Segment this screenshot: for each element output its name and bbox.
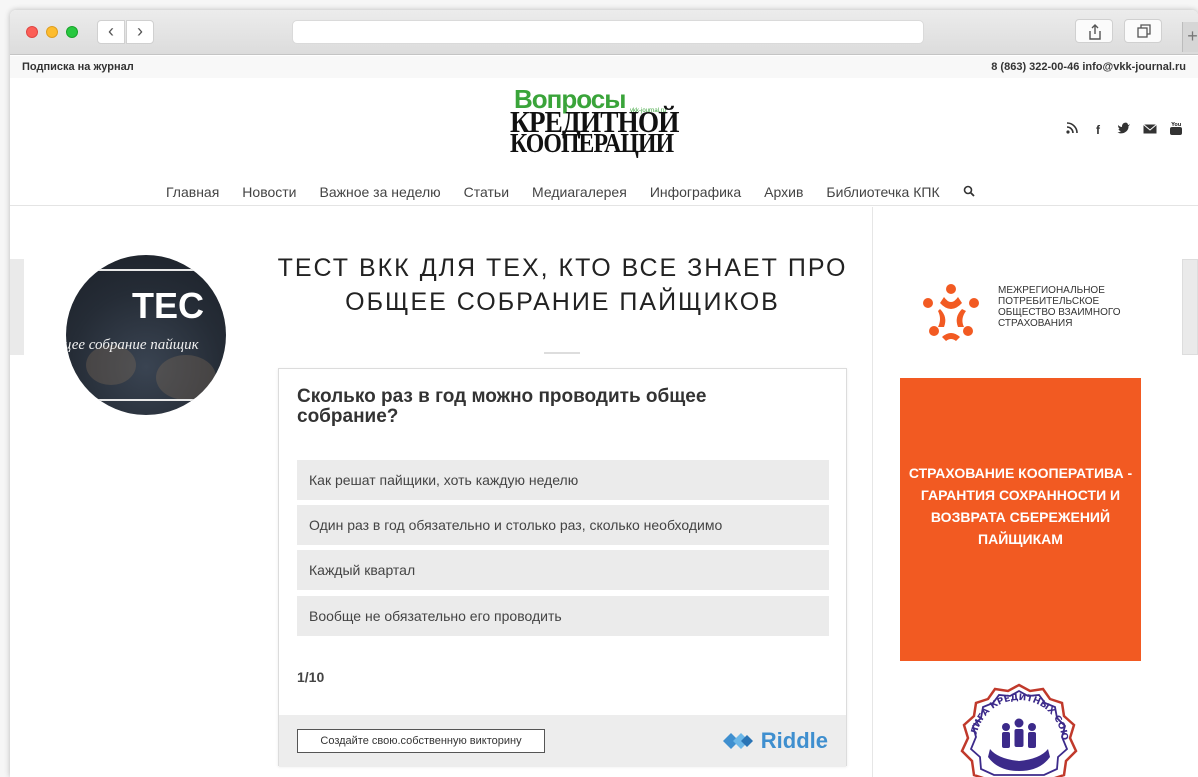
logo-line-3: КООПЕРАЦИИ xyxy=(510,128,674,158)
insurance-ad-text: Страхование кооператива - гарантия сохра… xyxy=(908,465,1133,547)
chevron-left-icon: ‹ xyxy=(108,21,114,41)
address-bar[interactable] xyxy=(292,20,924,44)
page-title: ТЕСТ ВКК ДЛЯ ТЕХ, КТО ВСЕ ЗНАЕТ ПРО ОБЩЕ… xyxy=(277,254,848,316)
quiz-widget: Сколько раз в год можно проводить общее … xyxy=(278,368,847,767)
quiz-answer-1[interactable]: Как решат пайщики, хоть каждую неделю xyxy=(297,460,829,500)
prev-post-arrow[interactable] xyxy=(10,259,24,355)
thumbnail-subtitle: щее собрание пайщик xyxy=(66,337,199,353)
svg-text:You: You xyxy=(1170,122,1182,128)
mos-text[interactable]: Межрегиональное потребительское общество… xyxy=(998,285,1138,329)
page-content: ТЕС щее собрание пайщик ТЕСТ ВКК ДЛЯ ТЕХ… xyxy=(10,207,1198,777)
credit-union-league-logo[interactable]: ЛИГА КРЕДИТНЫХ СОЮЗОВ xyxy=(954,683,1084,777)
quiz-footer: Создайте свою.собственную викторину Ridd… xyxy=(279,715,846,767)
riddle-label: Riddle xyxy=(760,728,828,753)
site-header: Вопросы vkk-journal.ru КРЕДИТНОЙ КООПЕРА… xyxy=(10,78,1198,206)
mail-icon[interactable] xyxy=(1142,122,1158,138)
contact-info[interactable]: 8 (863) 322-00-46 info@vkk-journal.ru xyxy=(991,61,1186,73)
rss-icon[interactable] xyxy=(1064,122,1080,138)
top-info-bar: Подписка на журнал 8 (863) 322-00-46 inf… xyxy=(10,56,1198,78)
menu-item-gallery[interactable]: Медиагалерея xyxy=(532,184,627,200)
tabs-overview-button[interactable] xyxy=(1124,19,1162,43)
close-window-button[interactable] xyxy=(26,26,38,38)
menu-item-archive[interactable]: Архив xyxy=(764,184,803,200)
quiz-answer-2[interactable]: Один раз в год обязательно и столько раз… xyxy=(297,505,829,545)
main-menu: Главная Новости Важное за неделю Статьи … xyxy=(166,184,998,200)
subscribe-link[interactable]: Подписка на журнал xyxy=(22,61,134,73)
menu-item-library[interactable]: Библиотечка КПК xyxy=(826,184,939,200)
tabs-overview-icon xyxy=(1137,24,1151,38)
menu-item-infographics[interactable]: Инфографика xyxy=(650,184,741,200)
share-button[interactable] xyxy=(1075,19,1113,43)
insurance-ad-banner[interactable]: Страхование кооператива - гарантия сохра… xyxy=(900,378,1141,661)
menu-item-weekly[interactable]: Важное за неделю xyxy=(320,184,441,200)
facebook-icon[interactable]: f xyxy=(1090,122,1106,138)
browser-toolbar: ‹ › + xyxy=(10,10,1198,55)
riddle-brand[interactable]: Riddle xyxy=(721,728,828,754)
menu-item-home[interactable]: Главная xyxy=(166,184,219,200)
quiz-answer-4[interactable]: Вообще не обязательно его проводить xyxy=(297,596,829,636)
thumbnail-word: ТЕС xyxy=(132,285,204,326)
create-quiz-button[interactable]: Создайте свою.собственную викторину xyxy=(297,729,545,753)
mos-people-logo[interactable] xyxy=(916,281,986,345)
social-links: f You xyxy=(1064,122,1184,138)
quiz-answer-3[interactable]: Каждый квартал xyxy=(297,550,829,590)
site-logo[interactable]: Вопросы vkk-journal.ru КРЕДИТНОЙ КООПЕРА… xyxy=(510,84,700,158)
menu-item-articles[interactable]: Статьи xyxy=(464,184,509,200)
browser-window: ‹ › + Подписка на журнал 8 (863) 322-00-… xyxy=(10,10,1198,777)
quiz-progress: 1/10 xyxy=(297,669,325,685)
menu-item-news[interactable]: Новости xyxy=(242,184,296,200)
riddle-logo-icon xyxy=(722,733,753,749)
forward-button[interactable]: › xyxy=(126,20,154,44)
next-post-arrow[interactable] xyxy=(1182,259,1198,355)
minimize-window-button[interactable] xyxy=(46,26,58,38)
title-divider xyxy=(544,352,580,354)
twitter-icon[interactable] xyxy=(1116,122,1132,138)
chevron-right-icon: › xyxy=(137,21,143,41)
zoom-window-button[interactable] xyxy=(66,26,78,38)
article-thumbnail: ТЕС щее собрание пайщик xyxy=(66,255,226,415)
youtube-icon[interactable]: You xyxy=(1168,122,1184,138)
quiz-question: Сколько раз в год можно проводить общее … xyxy=(297,386,707,427)
new-tab-button[interactable]: + xyxy=(1182,22,1198,52)
search-icon[interactable] xyxy=(963,184,975,200)
sidebar-divider xyxy=(872,207,873,777)
share-icon xyxy=(1089,24,1101,40)
back-button[interactable]: ‹ xyxy=(97,20,125,44)
